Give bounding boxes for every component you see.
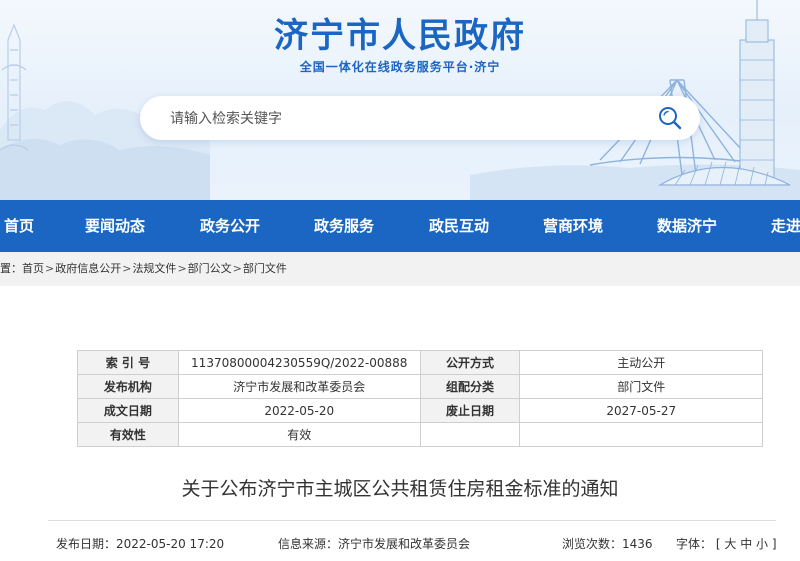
issuer-label: 发布机构 — [77, 374, 179, 399]
view-count: 浏览次数：1436 — [562, 535, 653, 552]
nav-item-about[interactable]: 走进 — [771, 200, 800, 252]
search-bar — [140, 96, 700, 142]
nav-item-home[interactable]: 首页 — [4, 200, 34, 252]
category-label: 组配分类 — [419, 374, 521, 399]
nav-item-interaction[interactable]: 政民互动 — [429, 200, 489, 252]
validity-label: 有效性 — [77, 422, 179, 447]
validity-value: 有效 — [177, 422, 421, 447]
font-size-small[interactable]: 小 — [756, 537, 768, 551]
expiry-date-label: 废止日期 — [419, 398, 521, 423]
index-number-value: 11370800004230559Q/2022-00888 — [177, 350, 421, 375]
breadcrumb-gov-info[interactable]: 政府信息公开 — [55, 262, 121, 275]
font-size-large[interactable]: 大 — [724, 537, 736, 551]
category-value: 部门文件 — [519, 374, 763, 399]
empty-cell — [419, 422, 521, 447]
created-date-label: 成文日期 — [77, 398, 179, 423]
info-source: 信息来源：济宁市发展和改革委员会 — [278, 537, 471, 551]
issuer-value: 济宁市发展和改革委员会 — [177, 374, 421, 399]
table-row: 发布机构 济宁市发展和改革委员会 组配分类 部门文件 — [77, 374, 763, 399]
open-method-label: 公开方式 — [419, 350, 521, 375]
nav-item-data-jining[interactable]: 数据济宁 — [657, 200, 717, 252]
table-row: 有效性 有效 — [77, 422, 763, 447]
breadcrumb-home[interactable]: 首页 — [22, 262, 44, 275]
breadcrumb-dept-docs[interactable]: 部门公文 — [188, 262, 232, 275]
document-title: 关于公布济宁市主城区公共租赁住房租金标准的通知 — [181, 478, 619, 500]
site-header: 济宁市人民政府 全国一体化在线政务服务平台·济宁 — [0, 0, 800, 200]
view-count-value: 1436 — [622, 537, 653, 551]
table-row: 索 引 号 11370800004230559Q/2022-00888 公开方式… — [77, 350, 763, 375]
search-input[interactable] — [168, 96, 642, 142]
document-meta: 发布日期：2022-05-20 17:20 信息来源：济宁市发展和改革委员会 浏… — [48, 520, 777, 561]
view-count-label: 浏览次数： — [562, 537, 623, 551]
site-title: 济宁市人民政府 — [274, 16, 526, 56]
nav-item-gov-affairs-open[interactable]: 政务公开 — [200, 200, 260, 252]
nav-item-gov-services[interactable]: 政务服务 — [314, 200, 374, 252]
index-number-label: 索 引 号 — [77, 350, 179, 375]
breadcrumb-prefix: 置： — [0, 262, 22, 275]
main-nav: 首页 要闻动态 政务公开 政务服务 政民互动 营商环境 数据济宁 走进 — [0, 200, 800, 252]
breadcrumb-bar: 置：首页>政府信息公开>法规文件>部门公文>部门文件 — [0, 252, 800, 286]
open-method-value: 主动公开 — [519, 350, 763, 375]
breadcrumb-regulations[interactable]: 法规文件 — [132, 262, 176, 275]
breadcrumb-separator: > — [122, 262, 132, 275]
font-size-bracket-close: ] — [771, 537, 777, 551]
font-size-controls: 字体： [ 大 中 小 ] — [676, 535, 777, 552]
table-row: 成文日期 2022-05-20 废止日期 2027-05-27 — [77, 398, 763, 423]
breadcrumb-dept-files[interactable]: 部门文件 — [243, 262, 287, 275]
search-icon[interactable] — [656, 104, 684, 132]
nav-item-business-env[interactable]: 营商环境 — [543, 200, 603, 252]
site-subtitle: 全国一体化在线政务服务平台·济宁 — [299, 60, 501, 74]
font-size-bracket-open: [ — [715, 537, 721, 551]
breadcrumb-separator: > — [45, 262, 55, 275]
font-size-medium[interactable]: 中 — [740, 537, 752, 551]
empty-cell — [519, 422, 763, 447]
breadcrumb: 置：首页>政府信息公开>法规文件>部门公文>部门文件 — [0, 252, 287, 286]
document-info-table: 索 引 号 11370800004230559Q/2022-00888 公开方式… — [77, 350, 763, 447]
breadcrumb-separator: > — [177, 262, 187, 275]
nav-item-news[interactable]: 要闻动态 — [85, 200, 145, 252]
breadcrumb-separator: > — [232, 262, 242, 275]
created-date-value: 2022-05-20 — [177, 398, 421, 423]
expiry-date-value: 2027-05-27 — [519, 398, 763, 423]
font-size-label: 字体： — [676, 537, 713, 551]
publish-date: 发布日期：2022-05-20 17:20 — [56, 537, 225, 551]
